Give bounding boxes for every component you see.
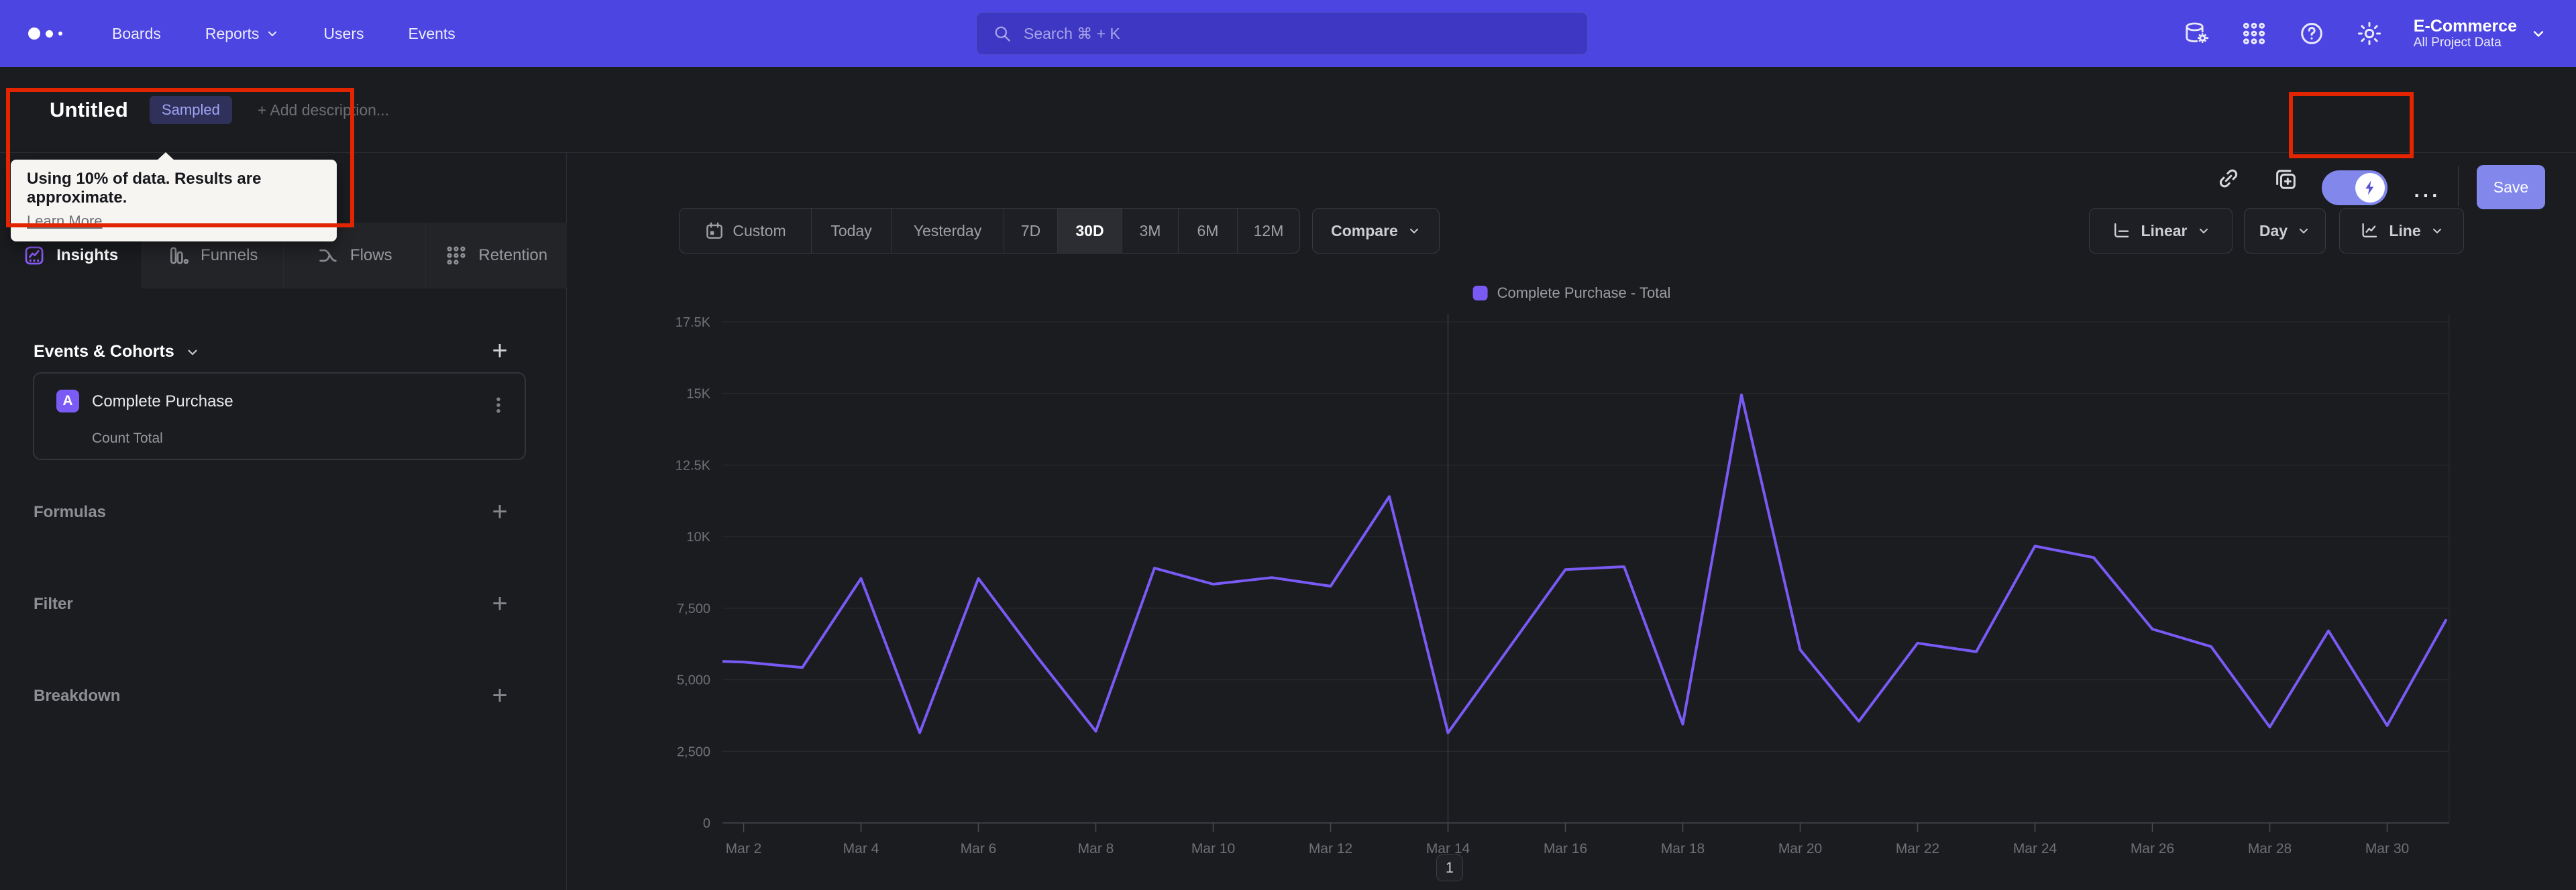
- svg-text:Mar 20: Mar 20: [1778, 841, 1822, 856]
- tooltip-caret-icon: [157, 152, 174, 160]
- chevron-down-icon: [2533, 31, 2544, 37]
- project-switcher[interactable]: E-Commerce All Project Data: [2414, 17, 2546, 51]
- tab-label: Retention: [478, 245, 548, 264]
- apps-grid-icon[interactable]: [2241, 20, 2267, 47]
- nav-right-cluster: E-Commerce All Project Data: [2183, 0, 2576, 67]
- breakdown-section-label: Breakdown: [34, 687, 121, 705]
- mixpanel-insights-page: Boards Reports Users Events Search ⌘ + K: [0, 0, 2576, 890]
- search-placeholder: Search ⌘ + K: [1024, 24, 1120, 42]
- pagination-page-1-button[interactable]: 1: [1436, 854, 1463, 881]
- chart-panel: Custom Today Yesterday 7D 30D 3M 6M 12M …: [568, 153, 2576, 890]
- svg-text:Mar 28: Mar 28: [2248, 841, 2292, 856]
- svg-text:12.5K: 12.5K: [676, 458, 711, 473]
- formulas-section-label: Formulas: [34, 503, 107, 521]
- funnels-icon: [170, 246, 189, 264]
- search-icon: [995, 26, 1010, 42]
- svg-text:Mar 18: Mar 18: [1661, 841, 1705, 856]
- sampling-tooltip: Using 10% of data. Results are approxima…: [11, 152, 337, 241]
- chevron-down-icon: [268, 31, 277, 36]
- flows-icon: [319, 249, 337, 262]
- sampled-badge[interactable]: Sampled: [149, 96, 232, 124]
- svg-text:Mar 22: Mar 22: [1896, 841, 1939, 856]
- nav-item-boards[interactable]: Boards: [112, 25, 161, 43]
- svg-text:Mar 4: Mar 4: [843, 841, 879, 856]
- add-description-button[interactable]: + Add description...: [258, 101, 389, 119]
- event-letter-badge: A: [56, 390, 79, 412]
- svg-text:Mar 10: Mar 10: [1191, 841, 1235, 856]
- settings-gear-icon[interactable]: [2356, 20, 2383, 47]
- tab-label: Insights: [56, 245, 119, 264]
- svg-text:Mar 2: Mar 2: [726, 841, 762, 856]
- svg-text:Mar 30: Mar 30: [2365, 841, 2409, 856]
- svg-text:Mar 16: Mar 16: [1544, 841, 1587, 856]
- add-event-button[interactable]: +: [484, 335, 515, 366]
- nav-item-reports[interactable]: Reports: [205, 25, 280, 43]
- tab-retention[interactable]: Retention: [425, 223, 567, 288]
- chevron-down-icon: [188, 349, 197, 355]
- nav-item-label: Reports: [205, 24, 260, 42]
- data-management-icon[interactable]: [2183, 20, 2210, 47]
- svg-text:15K: 15K: [686, 387, 710, 402]
- report-title-row: Untitled Sampled + Add description...: [50, 67, 389, 153]
- project-scope: All Project Data: [2413, 36, 2502, 50]
- svg-text:2,500: 2,500: [677, 744, 710, 759]
- retention-icon: [447, 245, 466, 265]
- tab-label: Flows: [350, 245, 392, 264]
- event-row-complete-purchase[interactable]: A Complete Purchase Count Total: [33, 372, 526, 460]
- event-name: Complete Purchase: [92, 392, 233, 410]
- svg-text:0: 0: [703, 816, 710, 831]
- event-metric-selector[interactable]: Count Total: [92, 431, 163, 447]
- svg-text:Mar 12: Mar 12: [1309, 841, 1352, 856]
- section-title: Events & Cohorts: [34, 342, 174, 361]
- search-input[interactable]: Search ⌘ + K: [976, 12, 1588, 55]
- report-header-bar: Untitled Sampled + Add description... ⋯ …: [0, 67, 2576, 210]
- primary-nav: Boards Reports Users Events: [112, 25, 455, 43]
- event-options-button[interactable]: [488, 395, 508, 415]
- learn-more-link[interactable]: Learn More: [27, 213, 103, 230]
- tooltip-message: Using 10% of data. Results are approxima…: [27, 170, 262, 207]
- help-icon[interactable]: [2298, 20, 2325, 47]
- nav-item-label: Boards: [112, 24, 161, 42]
- nav-item-label: Users: [323, 24, 364, 42]
- top-nav: Boards Reports Users Events Search ⌘ + K: [0, 0, 2576, 67]
- line-chart-plot[interactable]: 0 2,500 5,000 7,500 10K 12.5K 15K 17.5K Mar 2 Mar…: [568, 153, 2576, 890]
- svg-text:5,000: 5,000: [677, 673, 710, 688]
- add-formula-button[interactable]: +: [484, 496, 515, 527]
- add-breakdown-button[interactable]: +: [484, 680, 515, 711]
- report-title[interactable]: Untitled: [50, 98, 128, 122]
- nav-item-events[interactable]: Events: [408, 25, 455, 43]
- nav-item-label: Events: [408, 24, 455, 42]
- svg-text:7,500: 7,500: [677, 602, 710, 616]
- kebab-menu-icon: [496, 397, 500, 413]
- tab-label: Funnels: [201, 245, 258, 264]
- svg-text:Mar 26: Mar 26: [2131, 841, 2174, 856]
- mixpanel-logo-icon[interactable]: [28, 27, 62, 40]
- filter-section-label: Filter: [34, 595, 73, 613]
- svg-text:Mar 6: Mar 6: [961, 841, 997, 856]
- svg-text:Mar 24: Mar 24: [2013, 841, 2057, 856]
- add-filter-button[interactable]: +: [484, 588, 515, 619]
- svg-text:10K: 10K: [686, 530, 710, 545]
- query-builder-sidebar: Insights Funnels Flows Retention Events …: [0, 153, 567, 890]
- nav-item-users[interactable]: Users: [323, 25, 364, 43]
- insights-icon: [25, 246, 44, 264]
- svg-text:17.5K: 17.5K: [676, 315, 711, 330]
- project-name: E-Commerce: [2413, 16, 2517, 36]
- events-cohorts-header[interactable]: Events & Cohorts: [34, 342, 200, 361]
- svg-text:Mar 8: Mar 8: [1078, 841, 1114, 856]
